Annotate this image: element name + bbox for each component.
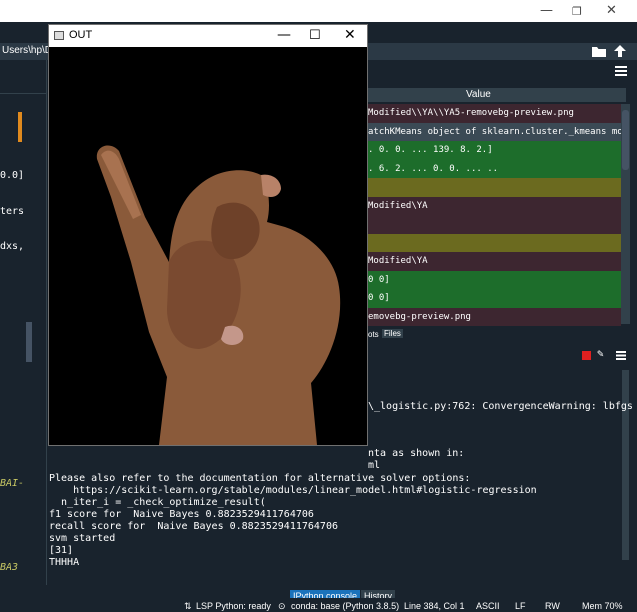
lsp-status-icon: ⇅: [184, 601, 192, 611]
out-image-window[interactable]: OUT — ☐ ✕: [48, 24, 368, 446]
variable-row[interactable]: . 0. 0. ... 139. 8. 2.]: [368, 141, 621, 160]
hand-gesture-image: [49, 47, 367, 445]
line-endings: LF: [515, 601, 526, 611]
console-scrollbar[interactable]: [622, 370, 629, 560]
variable-row[interactable]: [368, 233, 621, 252]
variable-row[interactable]: [368, 215, 621, 234]
conda-icon: ⊙: [278, 601, 286, 611]
system-titlebar: — ❐ ✕: [0, 0, 637, 22]
conda-status: conda: base (Python 3.8.5): [291, 601, 400, 611]
maximize-icon[interactable]: ☐: [309, 28, 321, 43]
variable-row[interactable]: Modified\YA: [368, 196, 621, 215]
variable-row[interactable]: 0 0]: [368, 289, 621, 308]
variable-row[interactable]: Modified\YA: [368, 252, 621, 271]
bottom-tabs: IPython console History: [290, 584, 396, 602]
tab-plots[interactable]: ots: [368, 330, 379, 339]
variable-row[interactable]: Modified\\YA\\YA5-removebg-preview.png: [368, 104, 621, 123]
console-line-fragment: nta as shown in:: [368, 448, 465, 459]
tab-files[interactable]: Files: [382, 329, 403, 338]
editor-text-fragment: 0.0]: [0, 170, 25, 181]
pane-tabs: ots Files: [368, 328, 630, 342]
editor-scrollbar[interactable]: [26, 322, 32, 362]
options-menu-icon[interactable]: [615, 66, 627, 76]
eraser-icon[interactable]: ✎: [597, 347, 604, 360]
variable-row[interactable]: [368, 178, 621, 197]
code-editor-pane[interactable]: [0, 60, 47, 585]
console-line: [31]: [49, 545, 74, 556]
variable-row[interactable]: atchKMeans object of sklearn.cluster._km…: [368, 122, 621, 141]
console-line: f1 score for Naive Bayes 0.8823529411764…: [49, 509, 314, 520]
memory-usage: Mem 70%: [582, 601, 623, 611]
file-encoding: ASCII: [476, 601, 500, 611]
console-line: n_iter_i = _check_optimize_result(: [49, 497, 266, 508]
console-line: svm started: [49, 533, 116, 544]
editor-text-fragment: BAI-: [0, 478, 25, 489]
file-permissions: RW: [545, 601, 560, 611]
editor-warning-markers: [18, 112, 22, 142]
console-menu-icon[interactable]: [616, 351, 626, 360]
console-line-fragment: ml: [368, 460, 381, 471]
stop-icon[interactable]: [582, 351, 591, 360]
minimize-icon[interactable]: —: [540, 3, 553, 18]
console-line: Please also refer to the documentation f…: [49, 473, 471, 484]
console-line: THHHA: [49, 557, 80, 568]
editor-divider: [0, 93, 46, 94]
folder-open-icon[interactable]: [591, 44, 607, 58]
window-app-icon: [54, 31, 64, 40]
lsp-status: LSP Python: ready: [196, 601, 271, 611]
close-icon[interactable]: ✕: [606, 3, 617, 18]
out-window-titlebar[interactable]: OUT — ☐ ✕: [49, 25, 367, 47]
variable-scrollbar-thumb[interactable]: [622, 110, 629, 170]
console-warning-line: \_logistic.py:762: ConvergenceWarning: l…: [368, 401, 633, 412]
editor-text-fragment: ters: [0, 206, 25, 217]
console-line: https://scikit-learn.org/stable/modules/…: [49, 485, 537, 496]
arrow-up-icon[interactable]: [613, 44, 627, 58]
variable-row[interactable]: 0 0]: [368, 270, 621, 289]
console-line: recall score for Naive Bayes 0.882352941…: [49, 521, 338, 532]
editor-text-fragment: dxs,: [0, 241, 25, 252]
editor-text-fragment: BA3: [0, 562, 19, 573]
variable-row[interactable]: . 6. 2. ... 0. 0. ... ..: [368, 159, 621, 178]
close-icon[interactable]: ✕: [344, 27, 356, 43]
variable-row[interactable]: emovebg-preview.png: [368, 307, 621, 326]
minimize-icon[interactable]: —: [277, 27, 291, 43]
value-column-header[interactable]: Value: [466, 89, 491, 100]
variable-table-header: [368, 88, 626, 102]
restore-icon[interactable]: ❐: [572, 5, 582, 18]
out-window-title: OUT: [69, 29, 93, 41]
cursor-position: Line 384, Col 1: [404, 601, 465, 611]
